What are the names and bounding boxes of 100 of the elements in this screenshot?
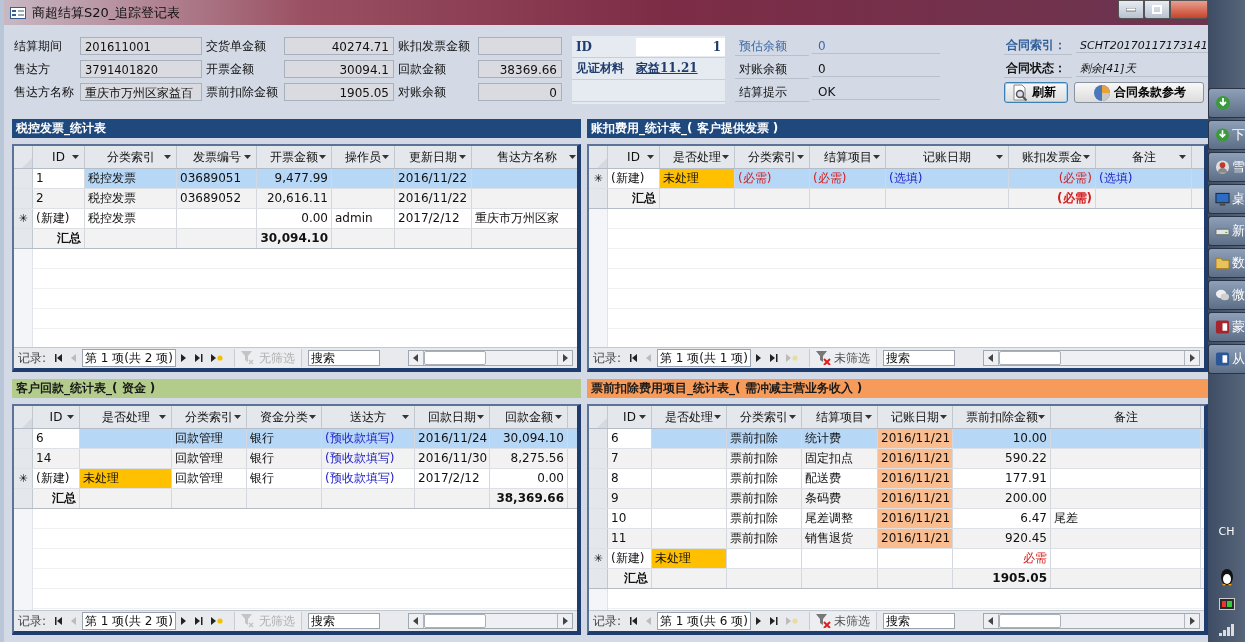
filter-button[interactable]: 未筛选 [808,612,877,630]
maximize-button[interactable] [1144,0,1170,19]
record-position-field[interactable]: 第 1 项(共 6 项) [657,612,751,630]
column-header[interactable]: 送达方 [322,406,415,428]
taskbar-button[interactable]: 微 [1208,280,1245,310]
caret-icon [797,155,804,159]
search-field[interactable]: 搜索 [882,350,955,366]
column-header[interactable]: 记账日期 [878,406,953,428]
column-header[interactable]: 备注 [1051,406,1201,428]
scroll-right-icon[interactable] [1189,354,1195,362]
taskbar-button[interactable]: 从 [1208,344,1245,374]
evidence-link[interactable]: 家益11.21 [636,60,698,77]
refresh-button[interactable]: 刷新 [1004,82,1068,103]
horizontal-scrollbar[interactable] [407,613,573,629]
column-header[interactable]: 开票金额 [257,146,332,168]
search-field[interactable]: 搜索 [307,613,380,629]
signal-icon[interactable] [1218,624,1235,636]
table-row[interactable]: 1 税控发票 03689051 9,477.99 2016/11/22 [14,169,577,189]
column-header[interactable]: ID [33,406,80,428]
scroll-left-icon[interactable] [988,617,994,625]
table-row[interactable]: ✳ (新建) 未处理 回款管理 银行 (预收款填写) 2017/2/12 0.00 [14,469,577,489]
horizontal-scrollbar[interactable] [407,350,573,366]
column-header[interactable]: 售达方名称 [472,146,577,168]
taskbar-button[interactable]: 桌 [1208,184,1245,214]
table-row[interactable]: 2 税控发票 03689052 20,616.11 2016/11/22 [14,189,577,209]
taskbar-button[interactable]: 蒙 [1208,312,1245,342]
value-field[interactable] [478,37,562,55]
row-selector[interactable]: ✳ [14,209,33,228]
column-header[interactable]: ID [33,146,85,168]
horizontal-scrollbar[interactable] [982,350,1200,366]
penguin-icon[interactable] [1218,568,1235,586]
column-header[interactable]: 分类索引 [172,406,247,428]
scroll-left-icon[interactable] [988,354,994,362]
filter-button[interactable]: 未筛选 [808,349,877,367]
record-position-field[interactable]: 第 1 项(共 2 项) [82,349,176,367]
table-row[interactable]: 14 回款管理 银行 (预收款填写) 2016/11/30 8,275.56 [14,449,577,469]
value-field[interactable]: 0 [478,83,562,101]
taskbar-button[interactable] [1208,88,1245,118]
value-field[interactable]: 201611001 [80,37,202,55]
column-header[interactable]: 是否处理 [660,146,735,168]
column-header[interactable]: 回款金额 [490,406,568,428]
column-header[interactable]: 分类索引 [85,146,177,168]
table-row[interactable]: 6 回款管理 银行 (预收款填写) 2016/11/24 30,094.10 [14,429,577,449]
table-row[interactable]: 7 票前扣除 固定扣点 2016/11/21 590.22 [589,449,1204,469]
column-header[interactable]: ID [608,406,652,428]
table-cell: 03689051 [177,169,257,188]
column-header[interactable]: 分类索引 [735,146,810,168]
row-selector[interactable]: ✳ [589,169,608,188]
column-header[interactable]: 记账日期 [886,146,1009,168]
value-field[interactable]: 38369.66 [478,60,562,78]
row-selector[interactable]: ✳ [14,469,33,488]
column-header[interactable]: 更新日期 [395,146,472,168]
taskbar-button[interactable]: 雪 [1208,152,1245,182]
value-field[interactable]: 重庆市万州区家益百 [80,83,202,101]
display-icon[interactable] [1218,598,1235,612]
column-header[interactable]: ID [608,146,660,168]
table-row[interactable]: 6 票前扣除 统计费 2016/11/21 10.00 [589,429,1204,449]
id-field[interactable]: 1 [636,37,725,56]
value-field[interactable]: 1905.05 [284,83,394,101]
horizontal-scrollbar[interactable] [982,613,1200,629]
close-button[interactable] [1170,0,1208,19]
scroll-right-icon[interactable] [1189,617,1195,625]
column-header[interactable]: 操作员 [332,146,395,168]
search-field[interactable]: 搜索 [882,613,955,629]
record-position-field[interactable]: 第 1 项(共 1 项) [657,349,751,367]
scroll-right-icon[interactable] [562,617,568,625]
scroll-right-icon[interactable] [562,354,568,362]
column-header[interactable]: 资金分类 [247,406,322,428]
caret-icon [789,415,796,419]
column-header[interactable]: 回款日期 [415,406,490,428]
record-position-field[interactable]: 第 1 项(共 2 项) [82,612,176,630]
table-row[interactable]: ✳ (新建) 未处理 (必需) (必需) (选填) (必需) (选填) [589,169,1204,189]
language-indicator[interactable]: CH [1218,525,1235,538]
taskbar-button[interactable]: 新 [1208,216,1245,246]
value-field[interactable]: 30094.1 [284,60,394,78]
table-row[interactable]: 9 票前扣除 条码费 2016/11/21 200.00 [589,489,1204,509]
scroll-left-icon[interactable] [413,354,419,362]
column-header[interactable]: 结算项目 [802,406,878,428]
column-header[interactable]: 发票编号 [177,146,257,168]
search-field[interactable]: 搜索 [307,350,380,366]
table-row[interactable]: 10 票前扣除 尾差调整 2016/11/21 6.47 尾差 [589,509,1204,529]
row-selector[interactable]: ✳ [589,549,608,568]
table-row[interactable]: ✳ (新建) 未处理 必需 [589,549,1204,569]
taskbar-button[interactable]: 数 [1208,248,1245,278]
column-header[interactable]: 是否处理 [80,406,172,428]
column-header[interactable]: 备注 [1096,146,1192,168]
table-row[interactable]: ✳ (新建) 税控发票 0.00 admin 2017/2/12 重庆市万州区家 [14,209,577,229]
record-label: 记录: [18,612,47,630]
column-header[interactable]: 账扣发票金 [1009,146,1096,168]
column-header[interactable]: 票前扣除金额 [953,406,1051,428]
minimize-button[interactable] [1118,0,1144,19]
scroll-left-icon[interactable] [413,617,419,625]
column-header[interactable]: 分类索引 [727,406,802,428]
table-row[interactable]: 11 票前扣除 销售退货 2016/11/21 920.45 [589,529,1204,549]
value-field[interactable]: 3791401820 [80,60,202,78]
reference-button[interactable]: 合同条款参考 [1074,82,1204,103]
value-field[interactable]: 40274.71 [284,37,394,55]
table-row[interactable]: 8 票前扣除 配送费 2016/11/21 177.91 [589,469,1204,489]
column-header[interactable]: 是否处理 [652,406,727,428]
column-header[interactable]: 结算项目 [810,146,886,168]
